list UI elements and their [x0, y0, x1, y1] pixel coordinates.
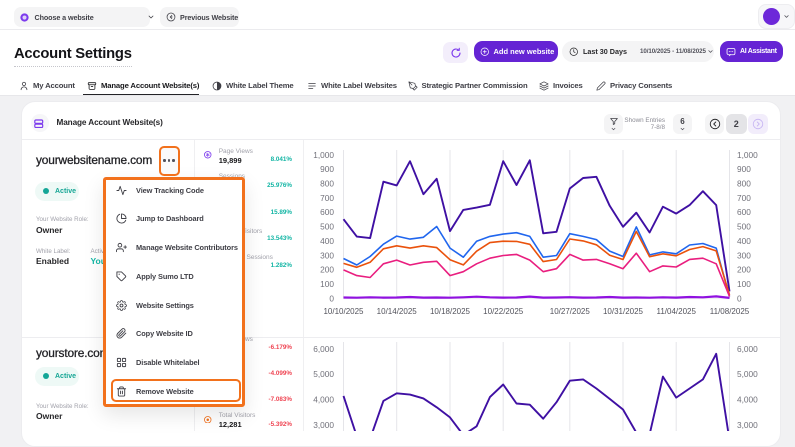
svg-text:1,000: 1,000: [313, 150, 334, 160]
svg-text:900: 900: [320, 164, 334, 174]
svg-text:10/10/2025: 10/10/2025: [323, 307, 364, 316]
svg-text:800: 800: [737, 179, 751, 189]
svg-text:900: 900: [737, 164, 751, 174]
svg-text:600: 600: [737, 207, 751, 217]
svg-text:700: 700: [320, 193, 334, 203]
svg-text:10/14/2025: 10/14/2025: [377, 307, 418, 316]
svg-text:5,000: 5,000: [313, 369, 334, 379]
svg-text:0: 0: [737, 293, 742, 303]
svg-text:3,000: 3,000: [737, 420, 758, 430]
svg-text:10/22/2025: 10/22/2025: [483, 307, 524, 316]
svg-text:4,000: 4,000: [313, 395, 334, 405]
svg-text:11/04/2025: 11/04/2025: [656, 307, 696, 316]
svg-text:10/31/2025: 10/31/2025: [603, 307, 644, 316]
svg-text:10/18/2025: 10/18/2025: [430, 307, 471, 316]
svg-text:400: 400: [737, 236, 751, 246]
svg-text:300: 300: [320, 250, 334, 260]
svg-text:200: 200: [737, 265, 751, 275]
svg-text:400: 400: [320, 236, 334, 246]
svg-text:500: 500: [320, 222, 334, 232]
svg-text:1,000: 1,000: [737, 150, 758, 160]
svg-text:6,000: 6,000: [313, 344, 334, 354]
svg-text:5,000: 5,000: [737, 369, 758, 379]
svg-text:10/27/2025: 10/27/2025: [550, 307, 591, 316]
svg-text:200: 200: [320, 265, 334, 275]
svg-text:100: 100: [320, 279, 334, 289]
svg-text:11/08/2025: 11/08/2025: [710, 307, 750, 316]
svg-text:700: 700: [737, 193, 751, 203]
svg-text:0: 0: [329, 293, 334, 303]
svg-text:4,000: 4,000: [737, 395, 758, 405]
svg-text:300: 300: [737, 250, 751, 260]
svg-text:100: 100: [737, 279, 751, 289]
svg-text:500: 500: [737, 222, 751, 232]
svg-text:3,000: 3,000: [313, 420, 334, 430]
svg-text:600: 600: [320, 207, 334, 217]
svg-text:6,000: 6,000: [737, 344, 758, 354]
svg-text:800: 800: [320, 179, 334, 189]
